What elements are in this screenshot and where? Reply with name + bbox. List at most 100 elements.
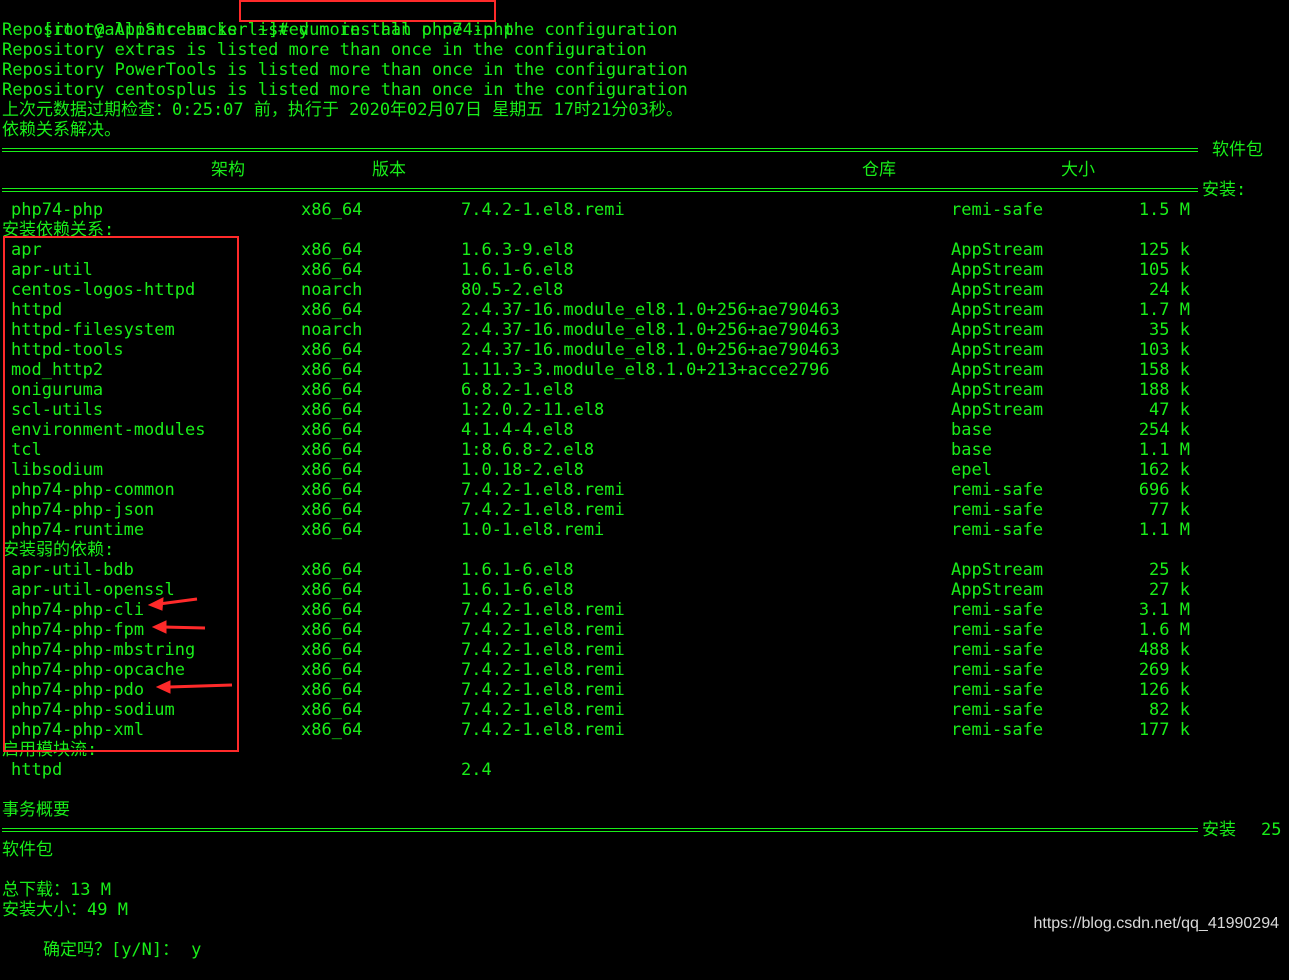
version-cell: 1:2.0.2-11.el8 <box>461 400 605 420</box>
repo-cell: AppStream <box>951 400 1044 420</box>
arch-cell: x86_64 <box>301 360 363 380</box>
confirm-question: 确定吗？[y/N]： <box>42 940 180 960</box>
summary-unit: 软件包 <box>2 840 53 860</box>
repo-warning-line: Repository AppStream is listed more than… <box>2 20 678 40</box>
table-row: php74-php x86_64 7.4.2-1.el8.remi remi-safe… <box>0 200 1289 220</box>
table-row: php74-php-json x86_64 7.4.2-1.el8.remi remi… <box>0 500 1289 520</box>
annotation-arrows <box>147 597 233 694</box>
version-cell: 7.4.2-1.el8.remi <box>461 660 625 680</box>
header-version: 版本 <box>372 160 406 180</box>
size-cell: 488 k <box>1138 640 1190 660</box>
version-cell: 4.1.4-4.el8 <box>461 420 574 440</box>
size-cell: 1.5 M <box>1138 200 1190 220</box>
size-cell: 103 k <box>1138 340 1190 360</box>
version-cell: 1:8.6.8-2.el8 <box>461 440 595 460</box>
size-cell: 47 k <box>1149 400 1190 420</box>
version-cell: 7.4.2-1.el8.remi <box>461 680 625 700</box>
confirm-prompt[interactable]: 确定吗？[y/N]： y <box>2 920 201 960</box>
size-cell: 25 k <box>1149 560 1190 580</box>
arch-cell: x86_64 <box>301 240 363 260</box>
package-name-cell: php74-php-sodium <box>11 700 175 720</box>
table-row: mod_http2 x86_64 1.11.3-3.module_el8.1.0+2… <box>0 360 1289 380</box>
package-name-cell: mod_http2 <box>11 360 104 380</box>
section-heading: 启用模块流: <box>2 740 98 760</box>
package-name-cell: apr-util <box>11 260 93 280</box>
section-heading: 安装弱的依赖: <box>2 540 115 560</box>
deps-resolved-line: 依赖关系解决。 <box>2 120 121 140</box>
header-arch: 架构 <box>211 160 245 180</box>
terminal-window[interactable]: [root@alliancehacker ~]# yum install php… <box>0 0 1289 960</box>
table-separator <box>2 146 1198 152</box>
size-cell: 24 k <box>1149 280 1190 300</box>
arch-cell: x86_64 <box>301 600 363 620</box>
version-cell: 7.4.2-1.el8.remi <box>461 700 625 720</box>
arch-cell: x86_64 <box>301 580 363 600</box>
size-cell: 1.1 M <box>1138 440 1190 460</box>
section-heading: 安装依赖关系: <box>2 220 115 240</box>
table-row: httpd x86_64 2.4.37-16.module_el8.1.0+256+… <box>0 300 1289 320</box>
version-cell: 1.6.3-9.el8 <box>461 240 574 260</box>
table-row: php74-php-common x86_64 7.4.2-1.el8.remi re… <box>0 480 1289 500</box>
version-cell: 7.4.2-1.el8.remi <box>461 640 625 660</box>
package-name-cell: php74-php-fpm <box>11 620 145 640</box>
package-name-cell: scl-utils <box>11 400 104 420</box>
size-cell: 696 k <box>1138 480 1190 500</box>
package-name-cell: php74-php-cli <box>11 600 145 620</box>
version-cell: 1.0.18-2.el8 <box>461 460 584 480</box>
size-cell: 162 k <box>1138 460 1190 480</box>
package-name-cell: php74-php-common <box>11 480 175 500</box>
size-cell: 105 k <box>1138 260 1190 280</box>
table-separator <box>2 186 1198 192</box>
repo-cell: AppStream <box>951 280 1044 300</box>
package-name-cell: php74-runtime <box>11 520 145 540</box>
version-cell: 7.4.2-1.el8.remi <box>461 720 625 740</box>
arch-cell: x86_64 <box>301 400 363 420</box>
arch-cell: x86_64 <box>301 620 363 640</box>
repo-cell: AppStream <box>951 560 1044 580</box>
section-install: 安装: <box>1202 180 1247 200</box>
size-cell: 3.1 M <box>1138 600 1190 620</box>
header-repo: 仓库 <box>862 160 896 180</box>
arch-cell: x86_64 <box>301 500 363 520</box>
version-cell: 7.4.2-1.el8.remi <box>461 200 625 220</box>
arch-cell: x86_64 <box>301 380 363 400</box>
arrow-icon <box>155 680 233 694</box>
version-cell: 80.5-2.el8 <box>461 280 564 300</box>
package-name-cell: tcl <box>11 440 42 460</box>
package-name-cell: apr-util-bdb <box>11 560 134 580</box>
version-cell: 7.4.2-1.el8.remi <box>461 620 625 640</box>
repo-cell: AppStream <box>951 300 1044 320</box>
table-row: centos-logos-httpd noarch 80.5-2.el8 AppStr… <box>0 280 1289 300</box>
watermark-url: https://blog.csdn.net/qq_41990294 <box>1033 915 1279 932</box>
package-name-cell: apr <box>11 240 42 260</box>
repo-cell: remi-safe <box>951 480 1044 500</box>
package-name-cell: php74-php <box>11 200 104 220</box>
repo-cell: remi-safe <box>951 640 1044 660</box>
repo-cell: remi-safe <box>951 200 1044 220</box>
repo-cell: remi-safe <box>951 520 1044 540</box>
package-name-cell: httpd-filesystem <box>11 320 175 340</box>
arch-cell: x86_64 <box>301 520 363 540</box>
arch-cell: x86_64 <box>301 200 363 220</box>
arch-cell: x86_64 <box>301 440 363 460</box>
version-cell: 1.6.1-6.el8 <box>461 560 574 580</box>
header-size: 大小 <box>1061 160 1095 180</box>
size-cell: 1.1 M <box>1138 520 1190 540</box>
arch-cell: x86_64 <box>301 480 363 500</box>
size-cell: 269 k <box>1138 660 1190 680</box>
arch-cell: x86_64 <box>301 660 363 680</box>
table-row: tcl x86_64 1:8.6.8-2.el8 base 1.1 M <box>0 440 1289 460</box>
repo-cell: epel <box>951 460 992 480</box>
repo-warning-line: Repository PowerTools is listed more tha… <box>2 60 688 80</box>
package-name-cell: oniguruma <box>11 380 104 400</box>
installed-size-line: 安装大小：49 M <box>2 900 128 920</box>
size-cell: 82 k <box>1149 700 1190 720</box>
repo-cell: AppStream <box>951 260 1044 280</box>
repo-cell: remi-safe <box>951 720 1044 740</box>
table-row: php74-runtime x86_64 1.0-1.el8.remi remi-sa… <box>0 520 1289 540</box>
size-cell: 35 k <box>1149 320 1190 340</box>
table-row: apr-util-bdb x86_64 1.6.1-6.el8 AppStream 25… <box>0 560 1289 580</box>
repo-cell: remi-safe <box>951 660 1044 680</box>
version-cell: 1.11.3-3.module_el8.1.0+213+acce2796 <box>461 360 830 380</box>
size-cell: 158 k <box>1138 360 1190 380</box>
